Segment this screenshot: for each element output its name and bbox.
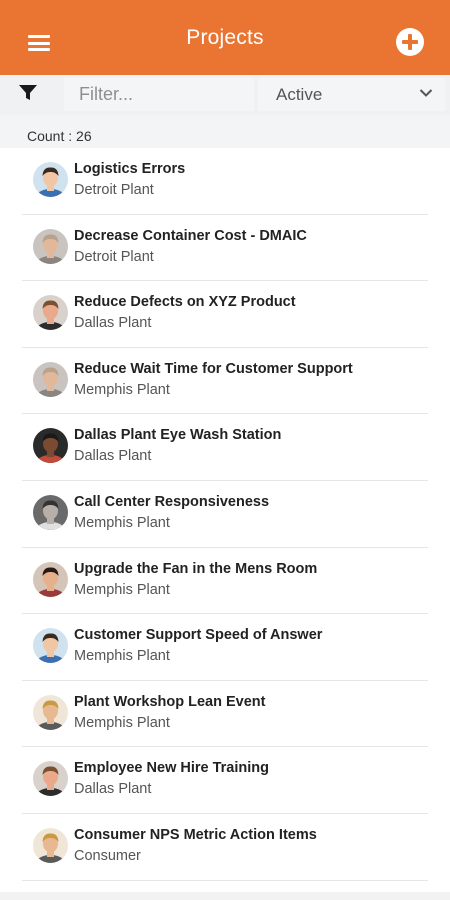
project-title: Decrease Container Cost - DMAIC <box>74 227 307 244</box>
project-list-item[interactable]: Customer Support Speed of Answer Memphis … <box>0 614 450 681</box>
project-list-item[interactable]: Consumer NPS Metric Action Items Consumer <box>0 814 450 881</box>
user-avatar <box>33 561 68 597</box>
project-title: Plant Workshop Lean Event <box>74 693 266 710</box>
project-list-item[interactable]: Upgrade the Fan in the Mens Room Memphis … <box>0 548 450 615</box>
user-avatar <box>33 295 68 331</box>
user-avatar <box>33 228 68 264</box>
project-count: Count : 26 <box>27 128 92 144</box>
user-avatar <box>33 428 68 464</box>
project-title: Call Center Responsiveness <box>74 493 270 510</box>
filter-funnel-icon[interactable] <box>18 84 38 102</box>
project-plant: Dallas Plant <box>74 315 152 332</box>
list-bottom-edge <box>0 892 450 900</box>
project-plant: Memphis Plant <box>74 648 170 665</box>
project-plant: Memphis Plant <box>74 714 170 731</box>
project-plant: Consumer <box>74 847 141 864</box>
add-project-button[interactable] <box>396 28 424 56</box>
project-plant: Dallas Plant <box>74 781 152 798</box>
page-title: Projects <box>186 25 264 49</box>
project-list-item[interactable]: Reduce Wait Time for Customer Support Mem… <box>0 348 450 415</box>
project-title: Upgrade the Fan in the Mens Room <box>74 560 318 577</box>
project-list-item[interactable]: Plant Workshop Lean Event Memphis Plant <box>0 681 450 748</box>
user-avatar <box>33 827 68 863</box>
project-title: Consumer NPS Metric Action Items <box>74 826 317 843</box>
project-list: Logistics Errors Detroit Plant Decrease Co… <box>0 148 450 881</box>
project-list-item[interactable]: Call Center Responsiveness Memphis Plant <box>0 481 450 548</box>
app-bar: Projects <box>0 0 450 75</box>
project-plant: Dallas Plant <box>74 448 152 465</box>
project-list-item[interactable]: Reduce Defects on XYZ Product Dallas Plan… <box>0 281 450 348</box>
filter-input[interactable] <box>64 78 254 111</box>
project-list-item[interactable]: Employee New Hire Training Dallas Plant <box>0 747 450 814</box>
status-dropdown[interactable]: Active <box>258 78 445 111</box>
project-title: Reduce Wait Time for Customer Support <box>74 360 353 377</box>
project-list-item[interactable]: Decrease Container Cost - DMAIC Detroit P… <box>0 215 450 282</box>
project-title: Dallas Plant Eye Wash Station <box>74 427 282 444</box>
user-avatar <box>33 162 68 197</box>
row-divider <box>22 879 428 881</box>
project-plant: Detroit Plant <box>74 248 154 265</box>
project-title: Employee New Hire Training <box>74 760 269 777</box>
user-avatar <box>33 494 68 530</box>
user-avatar <box>33 694 68 730</box>
project-plant: Detroit Plant <box>74 182 154 198</box>
status-dropdown-value: Active <box>276 85 323 104</box>
project-list-item[interactable]: Dallas Plant Eye Wash Station Dallas Plan… <box>0 414 450 481</box>
project-title: Customer Support Speed of Answer <box>74 627 323 644</box>
chevron-down-icon <box>419 89 433 97</box>
projects-screen: Projects Active Count : 26 Logistics Err… <box>0 0 450 900</box>
user-avatar <box>33 361 68 397</box>
count-bar: Count : 26 <box>0 115 450 148</box>
user-avatar <box>33 628 68 664</box>
project-plant: Memphis Plant <box>74 381 170 398</box>
user-avatar <box>33 761 68 797</box>
hamburger-menu-icon[interactable] <box>28 35 50 51</box>
project-list-item[interactable]: Logistics Errors Detroit Plant <box>0 148 450 215</box>
project-title: Reduce Defects on XYZ Product <box>74 294 296 311</box>
project-plant: Memphis Plant <box>74 514 170 531</box>
project-title: Logistics Errors <box>74 161 186 177</box>
project-plant: Memphis Plant <box>74 581 170 598</box>
